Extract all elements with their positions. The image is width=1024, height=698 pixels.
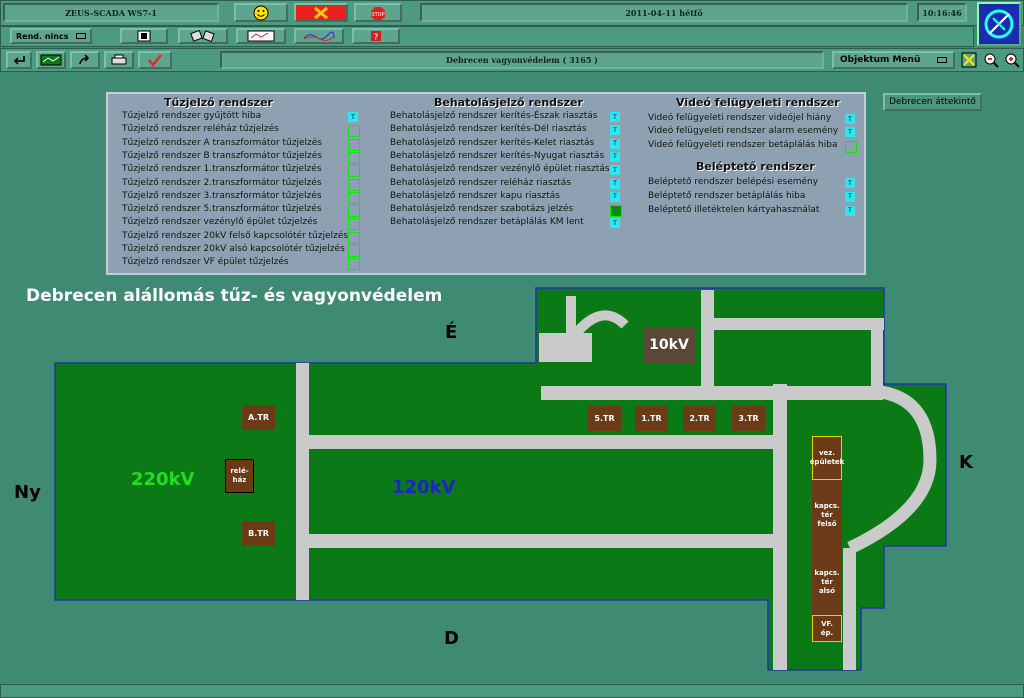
road-west-vertical [296, 363, 309, 600]
building-10kv[interactable]: 10kV [643, 327, 695, 363]
building-kapcs-felso[interactable]: kapcs. tér felső [812, 480, 842, 550]
gate-block [539, 333, 592, 362]
building-kapcs-also[interactable]: kapcs. tér alsó [812, 550, 842, 615]
status-bar [0, 684, 1024, 698]
building-3-tr[interactable]: 3.TR [732, 406, 765, 431]
building-b-tr[interactable]: B.TR [242, 521, 275, 546]
building-rele-haz[interactable]: relé- ház [225, 459, 254, 493]
road-upper-horizontal [309, 435, 785, 449]
substation-ground [54, 287, 947, 671]
building-vf[interactable]: VF. ép. [812, 615, 842, 642]
road-gate-vertical [871, 318, 883, 400]
road-lower-horizontal [309, 534, 785, 548]
building-5-tr[interactable]: 5.TR [588, 406, 621, 431]
label-220kv: 220kV [131, 469, 195, 490]
gate-post [566, 296, 576, 338]
label-120kv: 120kV [392, 477, 456, 498]
building-a-tr[interactable]: A.TR [242, 405, 275, 430]
road-east-vertical [773, 384, 787, 670]
building-2-tr[interactable]: 2.TR [683, 406, 716, 431]
building-1-tr[interactable]: 1.TR [635, 406, 668, 431]
road-north-spur [714, 318, 884, 330]
road-inner-vertical [843, 548, 856, 670]
road-north-vertical [701, 290, 714, 400]
building-vezenylo[interactable]: vez. épületek [810, 436, 844, 480]
